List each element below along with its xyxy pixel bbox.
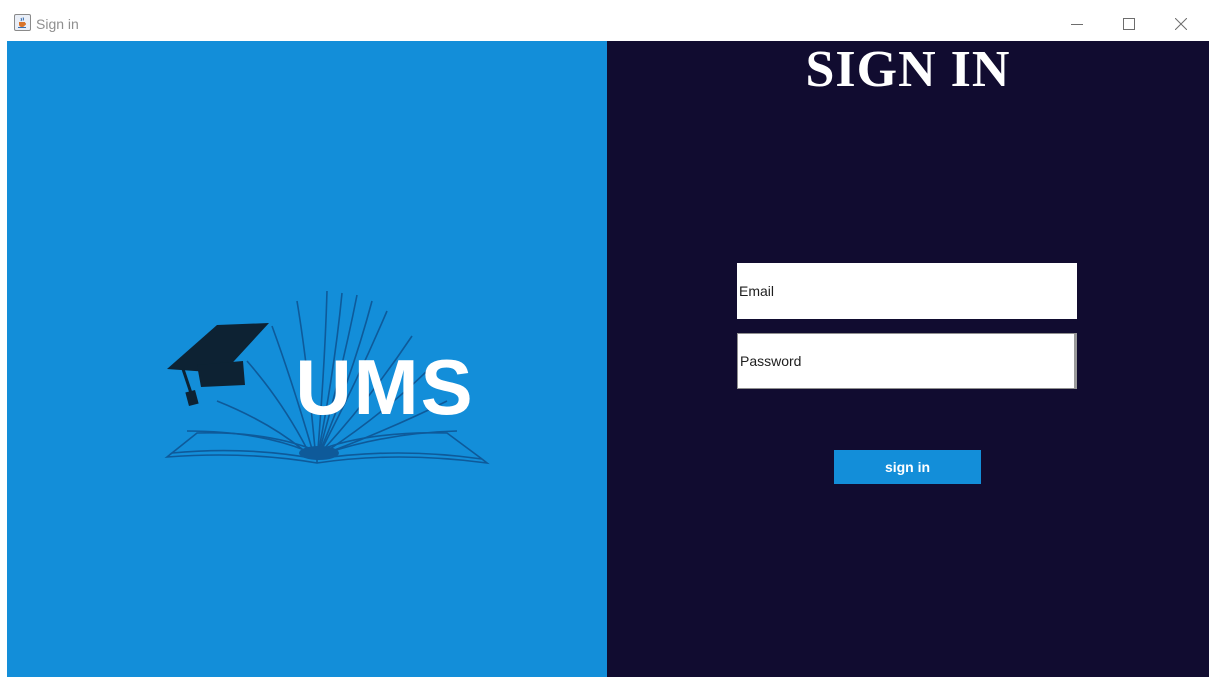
maximize-button[interactable] [1103,7,1155,40]
email-placeholder: Email [739,283,775,299]
title-bar[interactable]: Sign in [6,7,1209,40]
close-button[interactable] [1155,7,1207,40]
close-icon [1175,17,1187,30]
email-field[interactable]: Email [737,263,1077,319]
brand-panel: UMS [7,41,607,677]
sign-in-button[interactable]: sign in [834,450,981,484]
ums-logo: UMS [164,290,490,465]
password-placeholder: Password [740,353,802,369]
page-title: SIGN IN [805,41,1011,98]
graduation-cap-icon [167,323,269,407]
java-cup-icon [14,14,31,31]
window-title: Sign in [36,16,79,32]
minimize-button[interactable] [1051,7,1103,40]
logo-text: UMS [295,343,474,431]
password-field[interactable]: Password [737,333,1077,389]
app-window: Sign in UMS SIGN IN Email Password sign … [6,7,1209,677]
signin-panel: SIGN IN Email Password sign in [607,41,1209,677]
minimize-icon [1071,23,1083,25]
maximize-icon [1123,17,1135,30]
